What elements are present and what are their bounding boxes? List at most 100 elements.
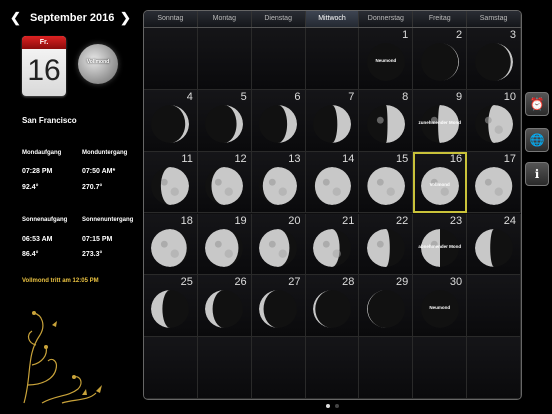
day-number: 15	[396, 152, 409, 165]
day-cell-6[interactable]: 6	[251, 89, 306, 152]
moon-phase-icon	[259, 166, 298, 205]
day-cell-22[interactable]: 22	[359, 213, 414, 276]
day-number: 12	[234, 152, 247, 165]
empty-day-cell	[251, 337, 306, 399]
empty-day-cell	[197, 337, 252, 399]
day-number: 11	[181, 152, 193, 165]
moon-phase-icon	[151, 290, 190, 329]
day-number: 18	[180, 214, 193, 227]
day-number: 28	[342, 276, 355, 289]
day-number: 8	[402, 90, 409, 103]
day-cell-11[interactable]: 11	[144, 151, 198, 214]
day-cell-15[interactable]: 15	[359, 151, 414, 214]
globe-icon[interactable]: 🌐	[525, 128, 549, 152]
day-cell-13[interactable]: 13	[251, 151, 306, 214]
moon-phase-icon	[205, 104, 244, 143]
day-cell-14[interactable]: 14	[305, 151, 360, 214]
weekday-header-montag: Montag	[198, 11, 252, 27]
empty-day-cell	[305, 28, 360, 90]
moon-phase-icon	[151, 104, 190, 143]
day-number: 22	[396, 214, 409, 227]
day-cell-23[interactable]: 23 abnehmender Mond	[413, 213, 468, 276]
day-cell-3[interactable]: 3	[467, 28, 521, 90]
weekday-header-donnerstag: Donnerstag	[359, 11, 414, 27]
day-cell-7[interactable]: 7	[305, 89, 360, 152]
day-cell-24[interactable]: 24	[467, 213, 521, 276]
day-number: 2	[456, 29, 463, 41]
chevron-right-icon[interactable]: ❯	[120, 10, 131, 26]
sunrise-time: 06:53 AM	[22, 236, 53, 243]
day-cell-30[interactable]: 30 Neumond	[413, 275, 468, 338]
weekday-header: Sonntag Montag Dienstag Mittwoch Donnerstag F…	[144, 11, 521, 28]
page-indicator	[326, 404, 339, 408]
moon-phase-icon	[474, 104, 513, 143]
moon-phase-icon	[366, 290, 405, 329]
day-cell-29[interactable]: 29	[359, 275, 414, 338]
day-cell-12[interactable]: 12	[197, 151, 252, 214]
sunset-label: Sonnenuntergang	[82, 217, 134, 223]
phase-label: Vollmond	[429, 181, 450, 187]
empty-day-cell	[413, 337, 468, 399]
sunrise-azimuth: 86.4°	[22, 251, 39, 258]
phase-label: abnehmender Mond	[418, 243, 462, 249]
calendar-days: 1 Neumond 2 3 4 5 6 7 8 9 zunehmender Mond 10 11 12 13…	[144, 28, 521, 399]
weekday-label: Fr.	[22, 36, 66, 49]
moon-phase-icon	[474, 43, 513, 81]
day-cell-28[interactable]: 28	[305, 275, 360, 338]
phase-label: Vollmond	[86, 59, 110, 65]
moon-phase-icon	[312, 290, 351, 329]
moon-phase-icon	[312, 166, 351, 205]
day-cell-26[interactable]: 26	[197, 275, 252, 338]
moon-phase-icon	[474, 228, 513, 267]
day-number: 16	[27, 54, 61, 87]
day-number: 10	[503, 90, 516, 103]
moon-phase-icon	[205, 166, 244, 205]
day-cell-1[interactable]: 1 Neumond	[359, 28, 414, 90]
day-number: 7	[348, 90, 355, 103]
day-cell-17[interactable]: 17	[467, 151, 521, 214]
empty-day-cell	[359, 337, 414, 399]
day-number: 14	[342, 152, 355, 165]
day-cell-5[interactable]: 5	[197, 89, 252, 152]
day-cell-19[interactable]: 19	[197, 213, 252, 276]
empty-day-cell	[144, 337, 198, 399]
day-cell-25[interactable]: 25	[144, 275, 198, 338]
moon-phase-icon	[366, 166, 405, 205]
day-cell-21[interactable]: 21	[305, 213, 360, 276]
moonrise-azimuth: 92.4°	[22, 184, 39, 191]
alarm-clock-icon[interactable]: ⏰	[525, 92, 549, 116]
chevron-left-icon[interactable]: ❮	[10, 10, 21, 26]
day-cell-10[interactable]: 10	[467, 89, 521, 152]
page-dot[interactable]	[335, 404, 339, 408]
day-cell-20[interactable]: 20	[251, 213, 306, 276]
month-navigation: ❮ September 2016 ❯	[8, 10, 131, 28]
moon-phase-icon	[259, 290, 298, 329]
moon-phase-icon	[366, 228, 405, 267]
weekday-header-freitag: Freitag	[413, 11, 468, 27]
sunset-azimuth: 273.3°	[82, 251, 103, 258]
day-cell-18[interactable]: 18	[144, 213, 198, 276]
day-cell-4[interactable]: 4	[144, 89, 198, 152]
day-number: 30	[449, 276, 463, 289]
floral-ornament	[23, 311, 102, 404]
day-number: 13	[288, 152, 301, 165]
day-cell-8[interactable]: 8	[359, 89, 414, 152]
phase-event-text: Vollmond tritt am 12:05 PM	[22, 278, 99, 284]
phase-label: Neumond	[375, 58, 397, 63]
moon-phase-icon	[366, 104, 405, 143]
weekday-header-mittwoch: Mittwoch	[305, 11, 360, 27]
day-number: 1	[402, 29, 409, 41]
moon-phase-icon	[205, 228, 244, 267]
sunrise-label: Sonnenaufgang	[22, 217, 68, 223]
moon-phase-icon	[259, 104, 298, 143]
day-cell-16[interactable]: 16 Vollmond	[413, 151, 468, 214]
day-cell-2[interactable]: 2	[413, 28, 468, 90]
day-number: 4	[186, 90, 193, 103]
info-icon[interactable]: ℹ	[525, 162, 549, 186]
page-dot[interactable]	[326, 404, 330, 408]
month-calendar: Sonntag Montag Dienstag Mittwoch Donnerstag F…	[143, 10, 522, 400]
day-number: 9	[456, 90, 463, 103]
day-cell-27[interactable]: 27	[251, 275, 306, 338]
moon-phase-icon	[420, 43, 459, 81]
day-cell-9[interactable]: 9 zunehmender Mond	[413, 89, 468, 152]
